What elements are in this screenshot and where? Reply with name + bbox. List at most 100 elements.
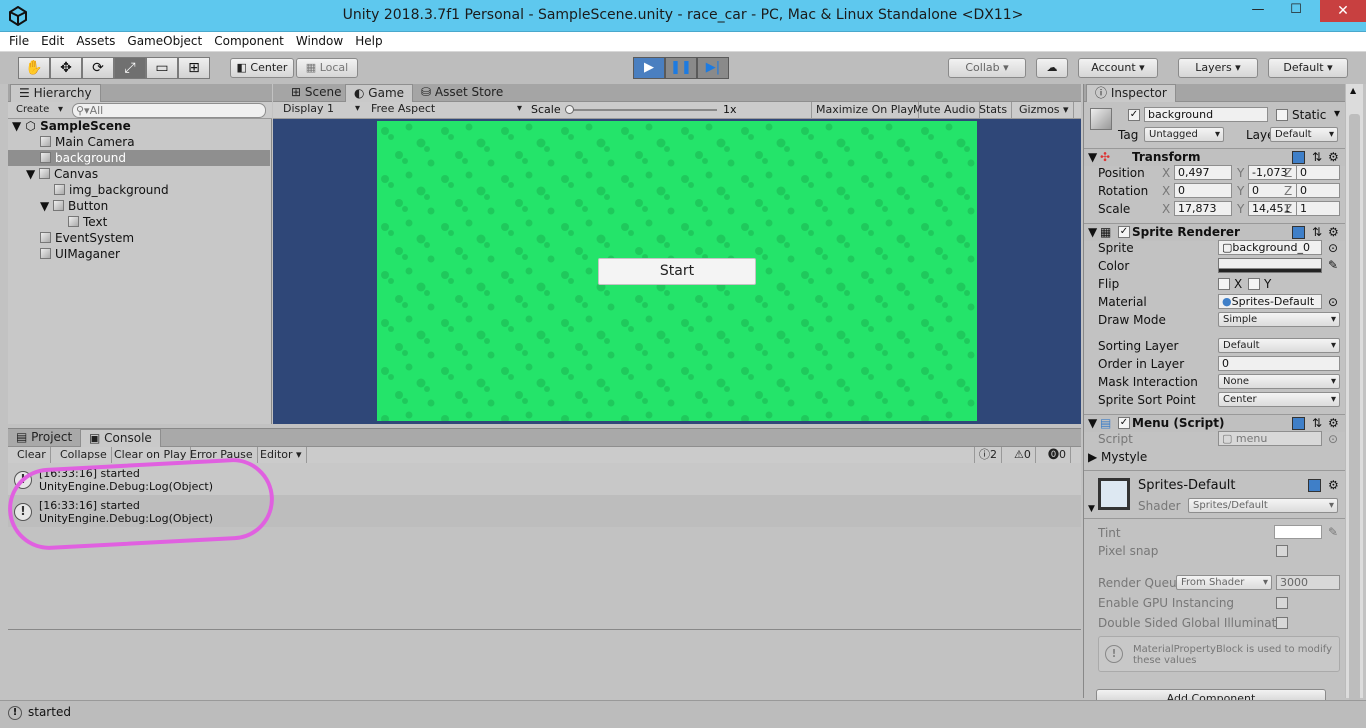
step-button[interactable]: ▶| <box>697 57 729 79</box>
start-button[interactable]: Start <box>598 258 756 285</box>
order-in-layer-field[interactable]: 0 <box>1218 356 1340 371</box>
tab-scene[interactable]: ⊞ Scene <box>283 84 349 102</box>
list-item[interactable]: ▼ Canvas <box>8 166 270 182</box>
settings-icon[interactable]: ⚙ <box>1328 150 1339 164</box>
menu-script-enabled-checkbox[interactable]: ✓ <box>1118 417 1130 429</box>
menu-assets[interactable]: Assets <box>70 32 121 50</box>
pivot-local-button[interactable]: ▦ Local <box>296 58 358 78</box>
eyedropper-icon[interactable]: ✎ <box>1328 258 1338 272</box>
object-picker-icon[interactable]: ⊙ <box>1328 241 1338 255</box>
layers-dropdown[interactable]: Layers ▾ <box>1178 58 1258 78</box>
scale-z-field[interactable]: 1 <box>1296 201 1340 216</box>
maximize-on-play-toggle[interactable]: Maximize On Play <box>811 102 919 118</box>
sprite-renderer-enabled-checkbox[interactable]: ✓ <box>1118 226 1130 238</box>
hand-tool-icon[interactable]: ✋ <box>18 57 50 79</box>
pixel-snap-checkbox[interactable] <box>1276 545 1288 557</box>
warning-count-toggle[interactable]: ⚠0 <box>1010 447 1036 463</box>
transform-tool-icon[interactable]: ⊞ <box>178 57 210 79</box>
layer-dropdown[interactable]: Default <box>1270 127 1338 142</box>
maximize-button[interactable]: ☐ <box>1282 0 1310 22</box>
flip-y-checkbox[interactable] <box>1248 278 1260 290</box>
menu-edit[interactable]: Edit <box>35 32 70 50</box>
mystyle-foldout[interactable]: ▶ Mystyle <box>1088 450 1147 464</box>
menu-window[interactable]: Window <box>290 32 349 50</box>
display-dropdown[interactable]: Display 1 <box>279 102 363 117</box>
status-text[interactable]: started <box>28 705 71 719</box>
menu-component[interactable]: Component <box>208 32 290 50</box>
list-item[interactable]: ▼ Button <box>8 198 270 214</box>
preset-icon[interactable]: ⇅ <box>1312 416 1322 430</box>
sprite-field[interactable]: ▢background_0 <box>1218 240 1322 255</box>
mute-audio-toggle[interactable]: Mute Audio <box>909 102 981 118</box>
scale-slider-thumb[interactable] <box>565 105 574 114</box>
transform-header[interactable]: ▼ ✣ Transform ⇅ ⚙ <box>1084 148 1346 166</box>
settings-icon[interactable]: ⚙ <box>1328 225 1339 239</box>
material-field[interactable]: ●Sprites-Default <box>1218 294 1322 309</box>
rotation-x-field[interactable]: 0 <box>1174 183 1232 198</box>
double-sided-gi-checkbox[interactable] <box>1276 617 1288 629</box>
pivot-center-button[interactable]: ◧ Center <box>230 58 294 78</box>
tab-asset-store[interactable]: ⛁ Asset Store <box>413 84 511 102</box>
list-item[interactable]: background <box>8 150 270 166</box>
scale-slider-track[interactable] <box>567 109 717 111</box>
menu-file[interactable]: File <box>0 32 35 50</box>
menu-script-header[interactable]: ▼ ▤ ✓ Menu (Script) ⇅ ⚙ <box>1084 414 1346 432</box>
gizmos-dropdown[interactable]: Gizmos ▾ <box>1015 102 1074 118</box>
shader-dropdown[interactable]: Sprites/Default <box>1188 498 1338 513</box>
list-item[interactable]: UIMaganer <box>8 246 270 262</box>
inspector-scrollbar[interactable]: ▲ <box>1345 84 1363 728</box>
account-dropdown[interactable]: Account ▾ <box>1078 58 1158 78</box>
help-icon[interactable] <box>1292 417 1305 430</box>
mask-interaction-dropdown[interactable]: None <box>1218 374 1340 389</box>
scroll-up-icon[interactable]: ▲ <box>1350 86 1356 95</box>
gpu-instancing-checkbox[interactable] <box>1276 597 1288 609</box>
tag-dropdown[interactable]: Untagged <box>1144 127 1224 142</box>
error-count-toggle[interactable]: ⓿0 <box>1044 447 1071 463</box>
clear-button[interactable]: Clear <box>8 447 51 463</box>
rotate-tool-icon[interactable]: ⟳ <box>82 57 114 79</box>
scene-row[interactable]: ▼ ⬡ SampleScene <box>8 118 270 134</box>
sprite-renderer-header[interactable]: ▼ ▦ ✓ Sprite Renderer ⇅ ⚙ <box>1084 223 1346 241</box>
help-icon[interactable] <box>1292 226 1305 239</box>
eyedropper-icon[interactable]: ✎ <box>1328 525 1338 539</box>
tab-game[interactable]: ◐ Game <box>345 84 414 102</box>
pause-button[interactable]: ❚❚ <box>665 57 697 79</box>
rotation-z-field[interactable]: 0 <box>1296 183 1340 198</box>
object-picker-icon[interactable]: ⊙ <box>1328 295 1338 309</box>
color-swatch[interactable] <box>1218 258 1322 273</box>
editor-dropdown[interactable]: Editor ▾ <box>256 447 307 463</box>
static-checkbox[interactable] <box>1276 109 1288 121</box>
tab-project[interactable]: ▤ Project <box>8 429 80 447</box>
draw-mode-dropdown[interactable]: Simple <box>1218 312 1340 327</box>
preset-icon[interactable]: ⇅ <box>1312 150 1322 164</box>
scrollbar-thumb[interactable] <box>1349 114 1360 728</box>
static-dropdown-icon[interactable]: ▾ <box>1334 106 1340 120</box>
log-count-toggle[interactable]: ⓘ2 <box>974 447 1002 463</box>
menu-gameobject[interactable]: GameObject <box>121 32 208 50</box>
settings-icon[interactable]: ⚙ <box>1328 478 1339 492</box>
create-dropdown[interactable]: Create <box>12 103 66 118</box>
rect-tool-icon[interactable]: ▭ <box>146 57 178 79</box>
sprite-sort-point-dropdown[interactable]: Center <box>1218 392 1340 407</box>
stats-toggle[interactable]: Stats <box>975 102 1013 118</box>
scale-x-field[interactable]: 17,873 <box>1174 201 1232 216</box>
help-icon[interactable] <box>1292 151 1305 164</box>
flip-x-checkbox[interactable] <box>1218 278 1230 290</box>
sorting-layer-dropdown[interactable]: Default <box>1218 338 1340 353</box>
list-item[interactable]: Main Camera <box>8 134 270 150</box>
help-icon[interactable] <box>1308 479 1321 492</box>
render-queue-field[interactable]: 3000 <box>1276 575 1340 590</box>
menu-help[interactable]: Help <box>349 32 388 50</box>
active-checkbox[interactable]: ✓ <box>1128 109 1140 121</box>
minimize-button[interactable]: — <box>1244 0 1272 22</box>
object-name-input[interactable]: background <box>1144 107 1268 122</box>
list-item[interactable]: EventSystem <box>8 230 270 246</box>
tab-console[interactable]: ▣ Console <box>80 429 161 447</box>
tint-swatch[interactable] <box>1274 525 1322 539</box>
settings-icon[interactable]: ⚙ <box>1328 416 1339 430</box>
position-x-field[interactable]: 0,497 <box>1174 165 1232 180</box>
scale-tool-icon[interactable]: ⤢ <box>114 57 146 79</box>
collapse-toggle[interactable]: Collapse <box>56 447 112 463</box>
collapse-arrow-icon[interactable]: ▼ <box>1088 502 1095 516</box>
move-tool-icon[interactable]: ✥ <box>50 57 82 79</box>
